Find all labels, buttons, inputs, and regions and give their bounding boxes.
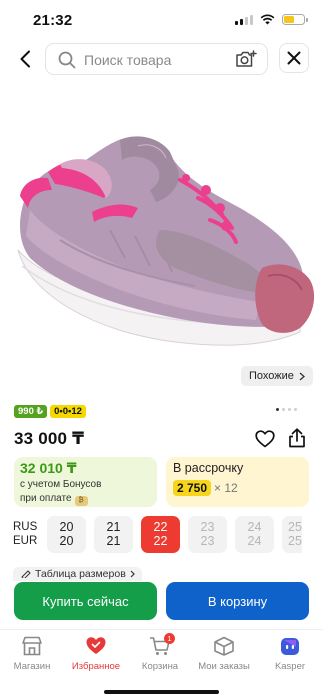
size-rus: 24 xyxy=(247,520,262,534)
ruler-icon xyxy=(21,570,31,578)
image-pagination xyxy=(276,408,297,411)
size-eur: 24 xyxy=(247,534,262,548)
search-icon xyxy=(58,51,76,69)
status-time: 21:32 xyxy=(33,12,73,29)
installment-badge: 0•0•12 xyxy=(50,405,86,418)
size-chip-21[interactable]: 21 21 xyxy=(94,516,133,553)
size-eur: 23 xyxy=(200,534,215,548)
promo-badges: 990 ₺ 0•0•12 xyxy=(14,405,86,418)
size-chip-22[interactable]: 22 22 xyxy=(141,516,180,553)
tab-label: Магазин xyxy=(13,661,51,672)
signal-icon xyxy=(235,14,253,25)
chevron-right-icon xyxy=(299,372,305,380)
camera-search-icon[interactable] xyxy=(235,50,257,69)
pagination-dot xyxy=(276,408,279,411)
size-table-label: Таблица размеров xyxy=(35,568,126,580)
size-chip-20[interactable]: 20 20 xyxy=(47,516,86,553)
kasper-icon xyxy=(281,638,299,655)
size-eur: 22 xyxy=(153,534,168,548)
store-icon xyxy=(22,636,42,656)
status-bar: 21:32 xyxy=(0,0,323,40)
bottom-tab-bar: Магазин Избранное 1 Корзина Мои заказы K… xyxy=(0,629,323,699)
search-header xyxy=(0,40,323,78)
size-table-link[interactable]: Таблица размеров xyxy=(13,567,142,581)
bonus-coin-icon: ₿ xyxy=(74,496,88,506)
tab-label: Мои заказы xyxy=(198,661,250,672)
share-icon[interactable] xyxy=(288,428,306,448)
buy-now-button[interactable]: Купить сейчас xyxy=(14,582,157,620)
size-system-labels: RUS EUR xyxy=(13,520,37,548)
battery-icon xyxy=(282,14,308,25)
bonus-price: 32 010 ₸ xyxy=(20,460,77,476)
tab-label: Избранное xyxy=(71,661,121,672)
pagination-dot xyxy=(282,408,285,411)
chevron-left-icon xyxy=(20,50,30,68)
tab-favorites[interactable]: Избранное xyxy=(64,634,128,672)
chevron-right-icon xyxy=(130,570,135,578)
tab-store[interactable]: Магазин xyxy=(0,634,64,672)
pagination-dot xyxy=(294,408,297,411)
installment-title: В рассрочку xyxy=(173,461,244,475)
size-rus: 25 xyxy=(288,520,302,534)
size-eur: 25 xyxy=(288,534,302,548)
tab-label: Kasper xyxy=(274,661,306,672)
size-rus: 23 xyxy=(200,520,215,534)
installment-row: 2 750 × 12 xyxy=(173,480,302,496)
installment-card[interactable]: В рассрочку 2 750 × 12 xyxy=(166,457,309,507)
similar-products-button[interactable]: Похожие xyxy=(241,366,313,386)
search-box[interactable] xyxy=(45,43,268,75)
installment-multiplier: × 12 xyxy=(214,481,238,495)
bonus-badge: 990 ₺ xyxy=(14,405,48,418)
orders-icon xyxy=(214,636,234,656)
tab-orders[interactable]: Мои заказы xyxy=(192,634,256,672)
tab-label: Корзина xyxy=(141,661,179,672)
size-label-eur: EUR xyxy=(13,535,38,547)
size-label-rus: RUS xyxy=(13,521,38,533)
similar-label: Похожие xyxy=(249,370,294,382)
product-price: 33 000 ₸ xyxy=(14,429,85,448)
close-icon xyxy=(287,51,301,65)
size-rus: 22 xyxy=(153,520,168,534)
size-chip-25[interactable]: 25 25 xyxy=(282,516,302,553)
tab-kasper[interactable]: Kasper xyxy=(258,634,322,672)
wifi-icon xyxy=(260,14,275,25)
search-input[interactable] xyxy=(84,51,224,69)
size-eur: 21 xyxy=(106,534,121,548)
installment-amount: 2 750 xyxy=(173,480,212,496)
pagination-dot xyxy=(288,408,291,411)
size-eur: 20 xyxy=(59,534,74,548)
bonus-price-card[interactable]: 32 010 ₸ с учетом Бонусов при оплате ₿ xyxy=(14,457,157,507)
heart-icon xyxy=(86,637,106,654)
bonus-caption-2-text: при оплате xyxy=(20,493,72,504)
size-chip-23[interactable]: 23 23 xyxy=(188,516,227,553)
home-indicator xyxy=(104,690,219,694)
product-image[interactable] xyxy=(0,80,323,370)
tab-cart[interactable]: 1 Корзина xyxy=(128,633,192,672)
size-rus: 21 xyxy=(106,520,121,534)
size-selector: 20 20 21 21 22 22 23 23 24 24 25 25 xyxy=(47,516,302,553)
favorite-heart-icon[interactable] xyxy=(255,430,275,448)
add-to-cart-button[interactable]: В корзину xyxy=(166,582,309,620)
size-chip-24[interactable]: 24 24 xyxy=(235,516,274,553)
status-icons xyxy=(235,14,308,25)
cart-count-badge: 1 xyxy=(164,633,175,644)
back-button[interactable] xyxy=(12,46,38,72)
size-rus: 20 xyxy=(59,520,74,534)
close-button[interactable] xyxy=(279,43,309,73)
bonus-caption-1: с учетом Бонусов xyxy=(20,479,102,490)
bonus-caption-2: при оплате ₿ xyxy=(20,492,151,506)
